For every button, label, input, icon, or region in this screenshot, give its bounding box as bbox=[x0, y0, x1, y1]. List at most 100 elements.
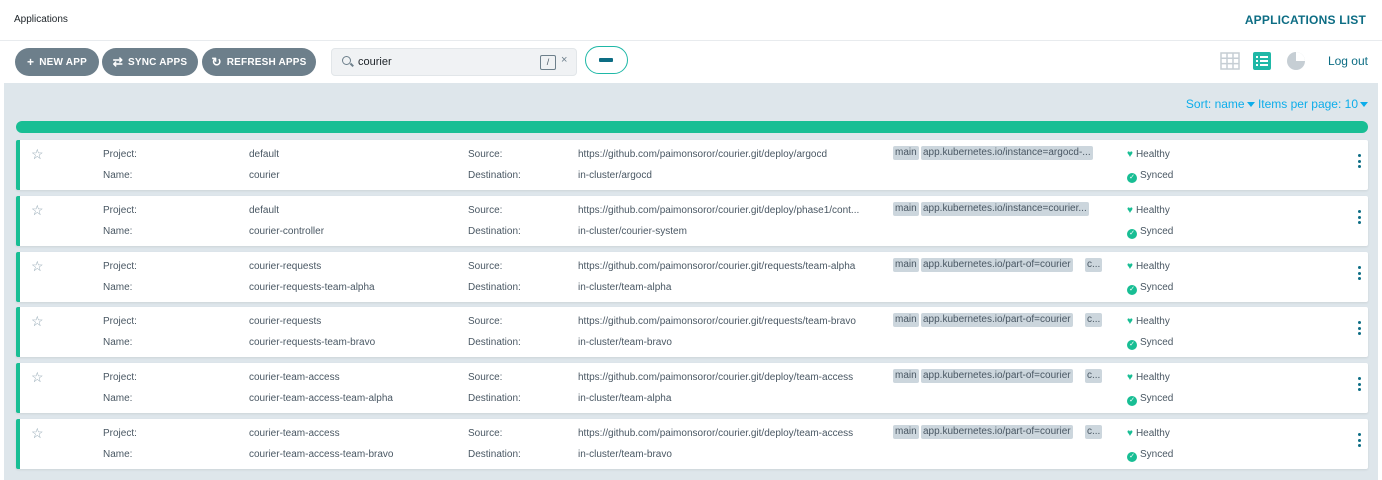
favorite-star-icon[interactable]: ☆ bbox=[31, 258, 44, 275]
source-url[interactable]: https://github.com/paimonsoror/courier.g… bbox=[578, 428, 853, 439]
app-card[interactable]: ☆ Project: Name: courier-team-access courier… bbox=[16, 419, 1368, 469]
source-url[interactable]: https://github.com/paimonsoror/courier.g… bbox=[578, 205, 859, 216]
name-label: Name: bbox=[103, 337, 133, 348]
name-value: courier bbox=[249, 170, 280, 181]
more-actions-icon[interactable] bbox=[1355, 377, 1363, 397]
source-url[interactable]: https://github.com/paimonsoror/courier.g… bbox=[578, 372, 853, 383]
app-card[interactable]: ☆ Project: Name: courier-team-access courier… bbox=[16, 363, 1368, 413]
label-tag: app.kubernetes.io/instance=argocd-... bbox=[921, 146, 1093, 160]
favorite-star-icon[interactable]: ☆ bbox=[31, 369, 44, 386]
refresh-apps-button[interactable]: ↻ REFRESH APPS bbox=[202, 48, 316, 76]
revision-tag: main bbox=[893, 369, 919, 383]
items-per-page-dropdown[interactable]: Items per page: 10 bbox=[1258, 97, 1368, 111]
label-tag: app.kubernetes.io/part-of=courier bbox=[921, 313, 1073, 327]
source-label: Source: bbox=[468, 428, 503, 439]
app-card[interactable]: ☆ Project: Name: courier-requests courier-re… bbox=[16, 252, 1368, 302]
project-label: Project: bbox=[103, 316, 137, 327]
sync-status-label: Synced bbox=[1140, 337, 1174, 348]
favorite-star-icon[interactable]: ☆ bbox=[31, 146, 44, 163]
heart-icon: ♥ bbox=[1127, 372, 1133, 383]
project-label: Project: bbox=[103, 428, 137, 439]
sync-apps-label: SYNC APPS bbox=[128, 56, 188, 68]
more-actions-icon[interactable] bbox=[1355, 266, 1363, 286]
health-status: ♥ Healthy bbox=[1127, 372, 1170, 383]
source-url[interactable]: https://github.com/paimonsoror/courier.g… bbox=[578, 261, 855, 272]
health-status-label: Healthy bbox=[1135, 261, 1170, 272]
check-circle-icon: ✓ bbox=[1127, 340, 1137, 350]
sort-label: Sort: name bbox=[1185, 97, 1245, 111]
sync-status-label: Synced bbox=[1140, 226, 1174, 237]
project-value: courier-requests bbox=[249, 261, 322, 272]
sync-status-label: Synced bbox=[1140, 170, 1174, 181]
more-actions-icon[interactable] bbox=[1355, 210, 1363, 230]
breadcrumb[interactable]: Applications bbox=[14, 14, 68, 25]
list-view-icon[interactable] bbox=[1252, 51, 1272, 71]
source-label: Source: bbox=[468, 261, 503, 272]
favorite-star-icon[interactable]: ☆ bbox=[31, 425, 44, 442]
name-value: courier-controller bbox=[249, 226, 325, 237]
favorite-star-icon[interactable]: ☆ bbox=[31, 313, 44, 330]
items-per-page-label: Items per page: 10 bbox=[1257, 97, 1358, 111]
project-label: Project: bbox=[103, 149, 137, 160]
favorite-star-icon[interactable]: ☆ bbox=[31, 202, 44, 219]
sync-status-label: Synced bbox=[1140, 449, 1174, 460]
project-value: default bbox=[249, 149, 280, 160]
logout-link[interactable]: Log out bbox=[1328, 54, 1368, 68]
health-status: ♥ Healthy bbox=[1127, 149, 1170, 160]
top-bar: Applications APPLICATIONS LIST bbox=[0, 0, 1382, 41]
clear-search-button[interactable]: × bbox=[561, 54, 567, 66]
revision-tag: main bbox=[893, 202, 919, 216]
more-actions-icon[interactable] bbox=[1355, 154, 1363, 174]
sync-apps-button[interactable]: ⇄ SYNC APPS bbox=[102, 48, 198, 76]
page-title: APPLICATIONS LIST bbox=[1244, 13, 1366, 27]
heart-icon: ♥ bbox=[1127, 149, 1133, 160]
destination-value: in-cluster/team-alpha bbox=[578, 393, 672, 404]
refresh-apps-label: REFRESH APPS bbox=[226, 56, 307, 68]
heart-icon: ♥ bbox=[1127, 205, 1133, 216]
name-value: courier-team-access-team-bravo bbox=[249, 449, 394, 460]
source-label: Source: bbox=[468, 205, 503, 216]
destination-value: in-cluster/team-bravo bbox=[578, 449, 672, 460]
source-label: Source: bbox=[468, 149, 503, 160]
health-status-label: Healthy bbox=[1135, 205, 1170, 216]
name-label: Name: bbox=[103, 170, 133, 181]
search-icon bbox=[342, 56, 351, 65]
health-status-label: Healthy bbox=[1135, 149, 1170, 160]
filter-toggle-button[interactable] bbox=[585, 46, 628, 74]
app-card[interactable]: ☆ Project: Name: default courier Source: Desti… bbox=[16, 140, 1368, 190]
project-value: courier-team-access bbox=[249, 372, 340, 383]
refresh-icon: ↻ bbox=[211, 55, 222, 69]
search-box: / × bbox=[331, 48, 577, 76]
health-status: ♥ Healthy bbox=[1127, 428, 1170, 439]
name-value: courier-requests-team-alpha bbox=[249, 282, 375, 293]
app-card[interactable]: ☆ Project: Name: courier-requests courier-re… bbox=[16, 307, 1368, 357]
sync-status: ✓ Synced bbox=[1127, 282, 1173, 295]
health-status-label: Healthy bbox=[1135, 316, 1170, 327]
destination-label: Destination: bbox=[468, 170, 521, 181]
sync-status: ✓ Synced bbox=[1127, 170, 1173, 183]
toolbar: + NEW APP ⇄ SYNC APPS ↻ REFRESH APPS / × bbox=[0, 41, 1382, 83]
sync-status-label: Synced bbox=[1140, 393, 1174, 404]
new-app-button[interactable]: + NEW APP bbox=[15, 48, 99, 76]
app-list-area: Sort: name Items per page: 10 ☆ Project: N… bbox=[4, 83, 1378, 480]
label-tag: app.kubernetes.io/part-of=courier bbox=[921, 425, 1073, 439]
app-card[interactable]: ☆ Project: Name: default courier-controller S… bbox=[16, 196, 1368, 246]
summary-view-icon[interactable] bbox=[1286, 51, 1306, 71]
heart-icon: ♥ bbox=[1127, 428, 1133, 439]
sort-dropdown[interactable]: Sort: name bbox=[1186, 97, 1255, 111]
destination-value: in-cluster/argocd bbox=[578, 170, 652, 181]
name-label: Name: bbox=[103, 393, 133, 404]
tiles-view-icon[interactable] bbox=[1220, 51, 1240, 71]
more-actions-icon[interactable] bbox=[1355, 433, 1363, 453]
source-url[interactable]: https://github.com/paimonsoror/courier.g… bbox=[578, 316, 856, 327]
destination-value: in-cluster/team-bravo bbox=[578, 337, 672, 348]
check-circle-icon: ✓ bbox=[1127, 173, 1137, 183]
destination-value: in-cluster/courier-system bbox=[578, 226, 687, 237]
more-actions-icon[interactable] bbox=[1355, 321, 1363, 341]
name-label: Name: bbox=[103, 449, 133, 460]
heart-icon: ♥ bbox=[1127, 316, 1133, 327]
source-url[interactable]: https://github.com/paimonsoror/courier.g… bbox=[578, 149, 827, 160]
sync-icon: ⇄ bbox=[112, 55, 124, 69]
destination-value: in-cluster/team-alpha bbox=[578, 282, 672, 293]
search-input[interactable] bbox=[358, 54, 548, 70]
